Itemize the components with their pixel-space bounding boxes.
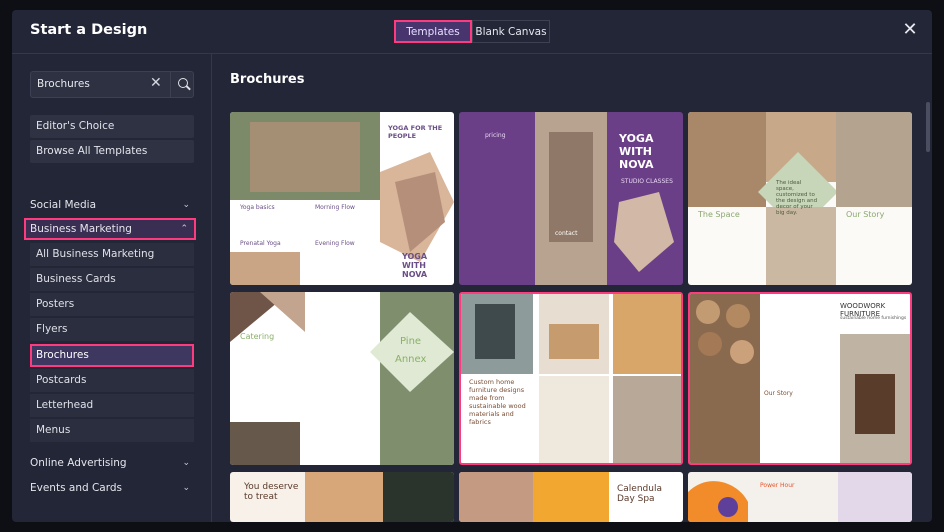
template-text: YOGA WITH NOVA [619,132,654,171]
template-text: contact [555,230,578,237]
template-text: Calendula Day Spa [617,484,662,504]
category-label: Online Advertising [30,457,127,469]
template-text: Morning Flow [315,204,355,211]
template-text: Catering [240,332,275,341]
template-card-pine-annex[interactable]: Catering Pine Annex [230,292,454,465]
template-card-furniture[interactable]: Custom home furniture designs made from … [459,292,683,465]
template-card-woodwork[interactable]: WOODWORK FURNITURE sustainable home furn… [688,292,912,465]
template-text: Custom home furniture designs made from … [469,378,526,426]
template-card-wedding-venue[interactable]: The ideal space, customized to the desig… [688,112,912,285]
template-text: Evening Flow [315,240,355,247]
search-icon[interactable] [170,72,195,97]
template-card-calendula[interactable]: Calendula Day Spa [459,472,683,522]
tab-templates[interactable]: Templates [394,20,472,43]
category-business-marketing[interactable]: Business Marketing ⌃ [24,218,196,240]
chevron-down-icon: ⌄ [182,200,190,210]
template-card-yoga-purple[interactable]: pricing YOGA WITH NOVA STUDIO CLASSES co… [459,112,683,285]
search-box: Brochures ✕ [30,71,194,98]
template-text: YOGA FOR THE PEOPLE [388,124,443,140]
start-design-modal: Start a Design Templates Blank Canvas ✕ … [12,10,932,522]
chevron-down-icon: ⌄ [182,483,190,493]
search-input[interactable]: Brochures [37,78,90,90]
category-label: Social Media [30,199,97,211]
tab-blank-canvas[interactable]: Blank Canvas [472,20,550,43]
scrollbar[interactable] [926,102,930,152]
template-text: The ideal space, customized to the desig… [776,180,818,216]
sidebar: Brochures ✕ Editor's Choice Browse All T… [12,54,212,522]
modal-header: Start a Design Templates Blank Canvas ✕ [12,10,932,54]
category-online-advertising[interactable]: Online Advertising ⌄ [24,452,196,474]
template-text: You deserve to treat [244,482,299,502]
close-icon[interactable]: ✕ [902,21,918,39]
section-title: Brochures [230,72,305,87]
template-gallery: Brochures YOGA FOR THE PEOPLE Yoga basic… [213,54,932,522]
subitem-business-cards[interactable]: Business Cards [30,268,194,291]
template-card-spa[interactable]: You deserve to treat [230,472,454,522]
template-text: Prenatal Yoga [240,240,281,247]
category-events-and-cards[interactable]: Events and Cards ⌄ [24,477,196,499]
chevron-down-icon: ⌄ [182,458,190,468]
template-card-yoga-white[interactable]: YOGA FOR THE PEOPLE Yoga basics Morning … [230,112,454,285]
editors-choice-button[interactable]: Editor's Choice [30,115,194,138]
template-text: STUDIO CLASSES [621,178,673,185]
template-text: Our Story [846,210,885,219]
modal-title: Start a Design [30,22,148,38]
template-text: Our Story [764,390,793,397]
subitem-posters[interactable]: Posters [30,293,194,316]
template-card-power-hour[interactable]: Power Hour [688,472,912,522]
template-text: The Space [698,210,740,219]
subitem-postcards[interactable]: Postcards [30,369,194,392]
category-label: Business Marketing [30,223,132,235]
subitem-menus[interactable]: Menus [30,419,194,442]
subitem-brochures[interactable]: Brochures [30,344,194,367]
template-text: pricing [485,132,506,139]
template-text: Power Hour [760,482,795,489]
subitem-letterhead[interactable]: Letterhead [30,394,194,417]
template-thumbnail [230,292,454,465]
subitem-flyers[interactable]: Flyers [30,318,194,341]
category-social-media[interactable]: Social Media ⌄ [24,194,196,216]
category-label: Events and Cards [30,482,123,494]
template-text: Yoga basics [240,204,275,211]
template-text: sustainable home furnishings [840,316,907,321]
template-text: YOGA WITH NOVA [402,252,428,279]
template-thumbnail [688,472,912,522]
template-text: Annex [395,354,427,365]
browse-all-templates-button[interactable]: Browse All Templates [30,140,194,163]
clear-icon[interactable]: ✕ [150,75,162,91]
chevron-up-icon: ⌃ [180,224,188,234]
subitem-all-business-marketing[interactable]: All Business Marketing [30,243,194,266]
template-text: Pine [400,336,422,347]
design-tabs: Templates Blank Canvas [394,20,550,43]
